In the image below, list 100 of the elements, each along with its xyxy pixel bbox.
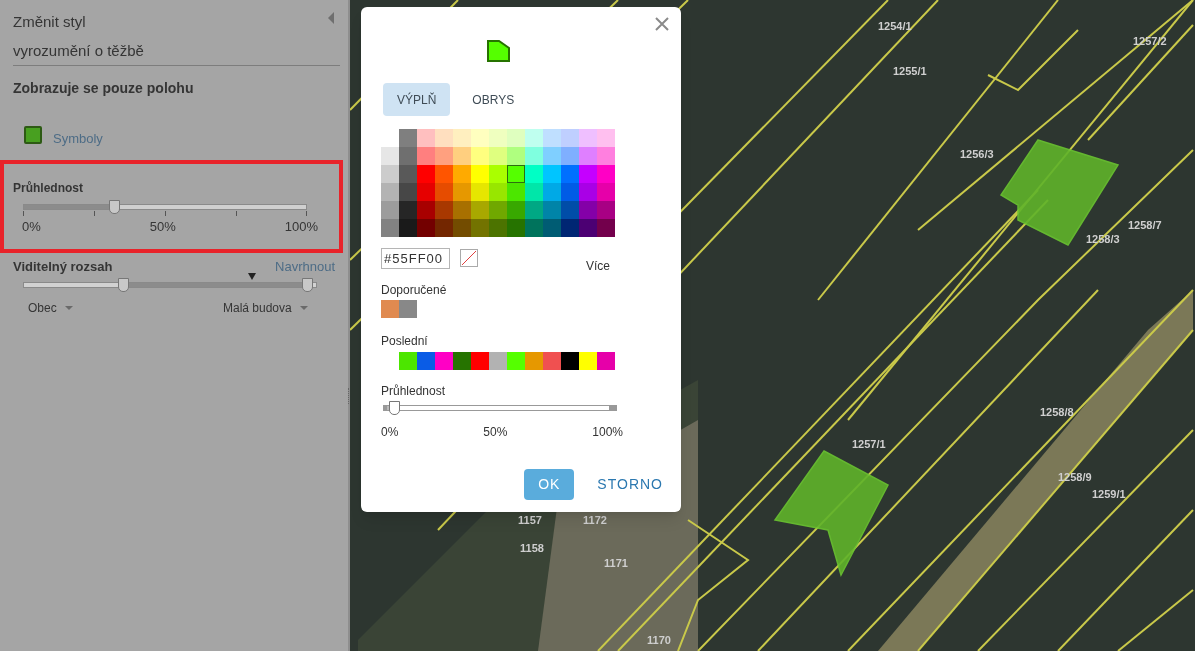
color-swatch[interactable] [489,147,507,165]
color-swatch[interactable] [471,165,489,183]
collapse-icon[interactable] [328,12,334,24]
cancel-button[interactable]: STORNO [597,469,663,500]
color-swatch[interactable] [489,165,507,183]
color-swatch[interactable] [489,129,507,147]
color-swatch[interactable] [525,165,543,183]
color-swatch[interactable] [435,165,453,183]
color-swatch[interactable] [471,147,489,165]
hex-color-field[interactable]: #55FF00 [381,248,450,269]
color-swatch[interactable] [561,165,579,183]
color-swatch[interactable] [597,219,615,237]
color-swatch[interactable] [435,352,453,370]
slider-thumb[interactable] [109,200,121,214]
color-swatch[interactable] [417,352,435,370]
color-swatch[interactable] [597,165,615,183]
color-swatch[interactable] [543,352,561,370]
color-swatch[interactable] [561,219,579,237]
color-swatch[interactable] [453,183,471,201]
color-swatch[interactable] [507,219,525,237]
color-swatch[interactable] [579,165,597,183]
color-swatch[interactable] [525,219,543,237]
color-swatch[interactable] [597,201,615,219]
color-swatch[interactable] [579,147,597,165]
more-link[interactable]: Více [586,257,610,275]
color-swatch[interactable] [399,352,417,370]
color-swatch[interactable] [597,183,615,201]
color-swatch[interactable] [435,219,453,237]
color-swatch[interactable] [525,201,543,219]
color-swatch[interactable] [489,183,507,201]
range-thumb[interactable] [302,278,314,292]
color-swatch[interactable] [579,129,597,147]
color-swatch[interactable] [399,129,417,147]
color-swatch[interactable] [543,165,561,183]
color-swatch[interactable] [561,201,579,219]
color-swatch[interactable] [417,219,435,237]
color-swatch[interactable] [561,129,579,147]
color-swatch[interactable] [543,183,561,201]
color-swatch[interactable] [597,147,615,165]
color-swatch[interactable] [579,183,597,201]
color-swatch[interactable] [471,129,489,147]
color-swatch[interactable] [399,300,417,318]
color-swatch[interactable] [597,352,615,370]
color-swatch[interactable] [543,219,561,237]
color-swatch[interactable] [453,129,471,147]
color-swatch[interactable] [507,165,525,183]
color-swatch[interactable] [561,352,579,370]
color-swatch[interactable] [417,165,435,183]
color-swatch[interactable] [489,219,507,237]
color-swatch[interactable] [417,183,435,201]
color-swatch[interactable] [507,147,525,165]
color-swatch[interactable] [399,201,417,219]
color-swatch[interactable] [399,165,417,183]
color-swatch[interactable] [417,147,435,165]
color-swatch[interactable] [525,352,543,370]
color-swatch[interactable] [489,201,507,219]
color-swatch[interactable] [507,201,525,219]
color-swatch[interactable] [471,352,489,370]
color-swatch[interactable] [471,201,489,219]
color-swatch[interactable] [543,201,561,219]
color-swatch[interactable] [453,219,471,237]
scale-dropdown[interactable]: Malá budova [223,299,308,317]
color-swatch[interactable] [561,147,579,165]
slider-thumb[interactable] [388,401,400,415]
color-swatch[interactable] [525,129,543,147]
color-swatch[interactable] [507,129,525,147]
color-swatch[interactable] [399,183,417,201]
color-swatch[interactable] [579,201,597,219]
color-swatch[interactable] [435,147,453,165]
color-swatch[interactable] [435,183,453,201]
color-swatch[interactable] [381,183,399,201]
color-swatch[interactable] [453,147,471,165]
color-swatch[interactable] [543,129,561,147]
color-swatch[interactable] [471,183,489,201]
color-swatch[interactable] [417,201,435,219]
color-swatch[interactable] [435,201,453,219]
color-swatch[interactable] [381,201,399,219]
color-swatch[interactable] [543,147,561,165]
color-swatch[interactable] [417,129,435,147]
no-color-icon[interactable] [460,249,478,267]
color-swatch[interactable] [381,165,399,183]
color-swatch[interactable] [453,201,471,219]
scale-dropdown[interactable]: Obec [28,299,73,317]
color-swatch[interactable] [561,183,579,201]
color-swatch[interactable] [579,352,597,370]
color-swatch[interactable] [381,219,399,237]
tab[interactable]: VÝPLŇ [383,83,451,116]
color-swatch[interactable] [525,147,543,165]
color-swatch[interactable] [507,352,525,370]
color-swatch[interactable] [381,147,399,165]
color-swatch[interactable] [579,219,597,237]
color-swatch[interactable] [525,183,543,201]
color-swatch[interactable] [435,129,453,147]
color-swatch[interactable] [489,352,507,370]
color-swatch[interactable] [597,129,615,147]
color-swatch[interactable] [399,219,417,237]
color-swatch[interactable] [399,147,417,165]
color-swatch[interactable] [471,219,489,237]
tab[interactable]: OBRYS [458,83,529,116]
color-swatch[interactable] [453,352,471,370]
